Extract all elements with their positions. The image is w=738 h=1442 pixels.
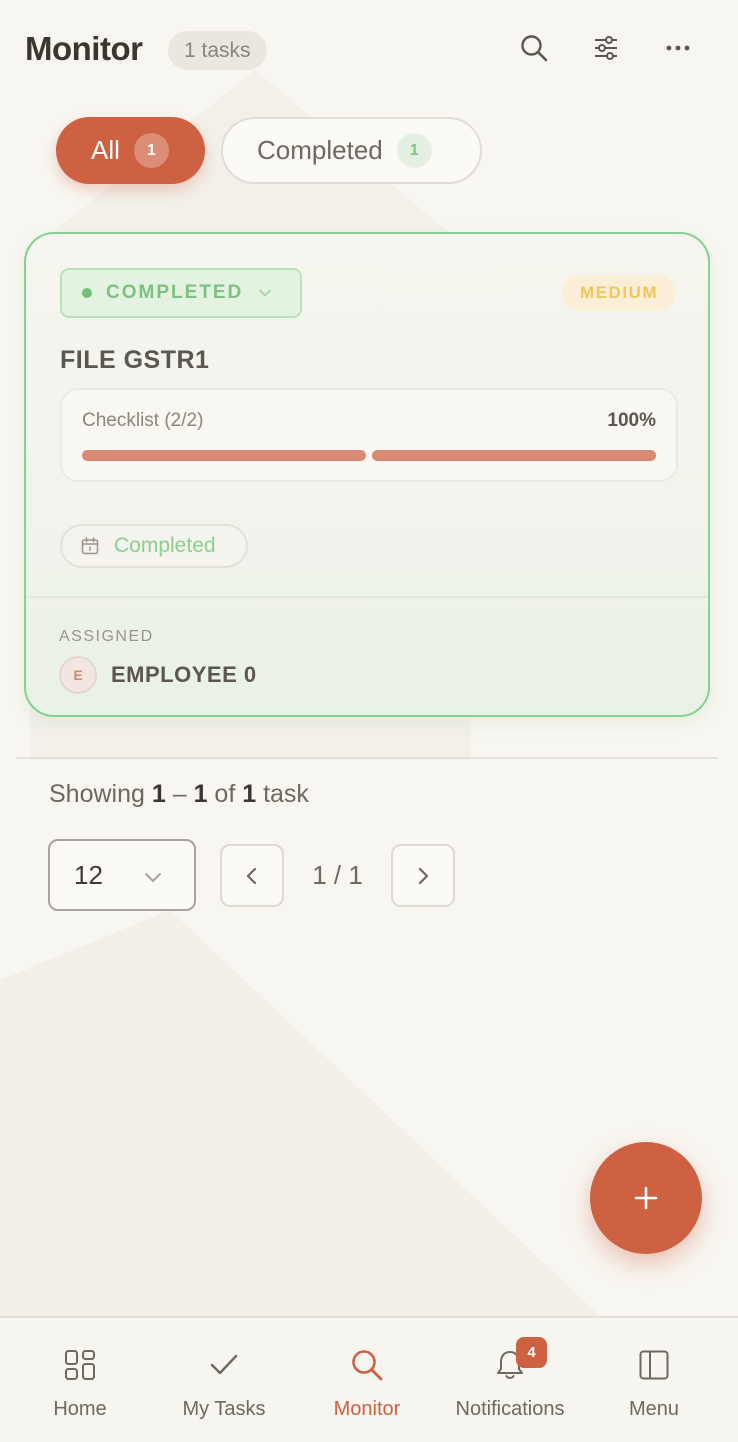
checklist-progress: Checklist (2/2) 100% — [60, 388, 678, 482]
checklist-label: Checklist (2/2) — [82, 410, 204, 431]
nav-label: Menu — [628, 1398, 680, 1420]
progress-segment — [82, 450, 366, 461]
search-icon — [352, 1350, 383, 1381]
status-label: COMPLETED — [106, 282, 244, 303]
chevron-down-icon — [142, 866, 164, 888]
plus-icon — [634, 1186, 658, 1210]
of-text: of — [207, 780, 243, 808]
chevron-right-icon — [418, 867, 429, 884]
check-icon — [210, 1354, 238, 1375]
more-options-button[interactable] — [660, 30, 696, 66]
checklist-percent: 100% — [607, 410, 656, 431]
range-separator: – — [165, 780, 194, 808]
progress-segment — [372, 450, 656, 461]
notification-count-badge: 4 — [516, 1337, 547, 1368]
filter-chip-all[interactable]: All 1 — [56, 117, 205, 184]
assigned-label: ASSIGNED — [59, 628, 154, 645]
bottom-navigation: Home My Tasks Monitor Notifications Menu — [0, 1316, 738, 1442]
sidebar-icon — [639, 1350, 669, 1380]
nav-item-home[interactable]: Home — [6, 1318, 154, 1442]
avatar: E — [59, 656, 97, 694]
due-date-chip: Completed — [60, 524, 248, 568]
filter-chip-completed[interactable]: Completed 1 — [221, 117, 482, 184]
assignee-name: EMPLOYEE 0 — [111, 662, 257, 687]
chevron-left-icon — [246, 867, 257, 884]
status-dropdown[interactable]: COMPLETED — [60, 268, 302, 318]
filter-chip-count: 1 — [396, 133, 432, 168]
previous-page-button[interactable] — [220, 844, 284, 907]
task-title: FILE GSTR1 — [60, 346, 210, 374]
search-button[interactable] — [516, 30, 552, 66]
showing-prefix: Showing — [49, 780, 152, 808]
nav-label: Monitor — [333, 1398, 401, 1420]
range-start: 1 — [151, 780, 166, 808]
nav-label: Home — [53, 1398, 107, 1420]
due-date-label: Completed — [114, 534, 216, 557]
priority-badge: MEDIUM — [562, 275, 676, 311]
page-title: Monitor — [25, 30, 143, 67]
sliders-icon — [595, 36, 617, 60]
nav-item-notifications[interactable]: Notifications — [436, 1318, 584, 1442]
next-page-button[interactable] — [391, 844, 455, 907]
filter-chip-label: All — [91, 135, 120, 165]
nav-item-monitor[interactable]: Monitor — [293, 1318, 441, 1442]
nav-item-menu[interactable]: Menu — [580, 1318, 728, 1442]
grid-icon — [65, 1350, 95, 1380]
pagination-summary: Showing 1 – 1 of 1 task — [49, 780, 309, 809]
page-size-select[interactable]: 12 — [48, 839, 196, 911]
total-count: 1 — [242, 780, 257, 808]
nav-label: My Tasks — [182, 1398, 266, 1420]
app-header: Monitor 1 tasks — [0, 0, 738, 100]
chevron-down-icon — [257, 285, 273, 301]
nav-item-my-tasks[interactable]: My Tasks — [150, 1318, 298, 1442]
filter-chip-label: Completed — [257, 135, 383, 165]
range-end: 1 — [193, 780, 208, 808]
page-size-value: 12 — [74, 859, 103, 890]
task-card[interactable]: COMPLETED MEDIUM FILE GSTR1 Checklist (2… — [24, 232, 710, 717]
page-indicator: 1 / 1 — [312, 860, 363, 890]
card-footer: ASSIGNED E EMPLOYEE 0 — [26, 596, 708, 715]
status-dot-icon — [82, 288, 92, 298]
showing-suffix: task — [256, 780, 309, 808]
nav-label: Notifications — [455, 1398, 565, 1420]
add-task-button[interactable] — [590, 1142, 702, 1254]
section-divider — [16, 757, 718, 759]
calendar-icon — [80, 536, 100, 556]
more-horizontal-icon — [666, 45, 690, 51]
filter-chip-count: 1 — [133, 133, 169, 168]
search-icon — [521, 35, 548, 62]
task-count-badge: 1 tasks — [168, 31, 267, 70]
filter-settings-button[interactable] — [588, 30, 624, 66]
